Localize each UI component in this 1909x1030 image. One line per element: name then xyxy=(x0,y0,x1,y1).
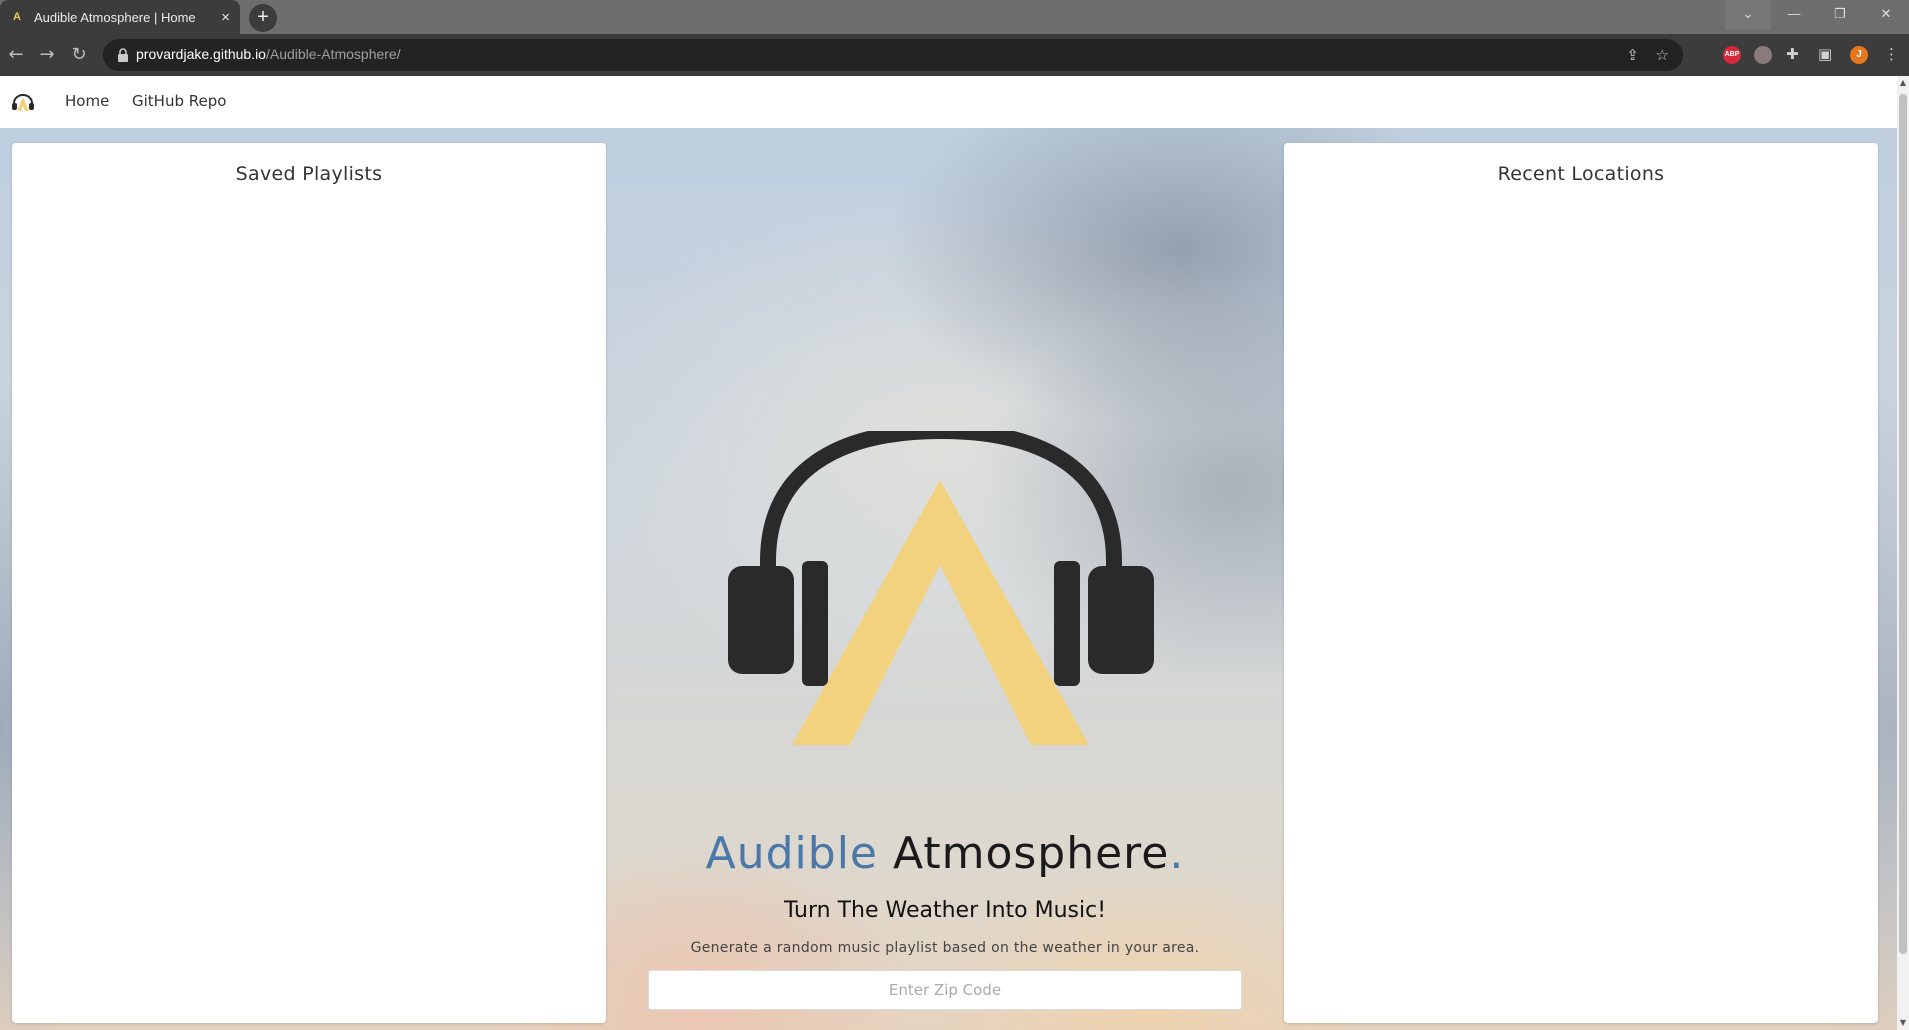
brand-logo-icon[interactable] xyxy=(11,92,35,112)
site-title-atmosphere: Atmosphere xyxy=(893,828,1170,879)
page-scrollbar[interactable]: ▲ ▼ xyxy=(1897,76,1909,1030)
scroll-up-arrow-icon[interactable]: ▲ xyxy=(1899,78,1907,88)
hero-section: Saved Playlists Recent Locations Audible… xyxy=(0,128,1897,1030)
scrollbar-thumb[interactable] xyxy=(1899,94,1907,954)
recent-locations-panel: Recent Locations xyxy=(1284,143,1878,1023)
tab-search-icon[interactable]: ⌄ xyxy=(1725,0,1771,30)
window-controls: ⌄ — ❐ ✕ xyxy=(1725,0,1909,30)
logo-letter-a xyxy=(792,480,1089,745)
menu-kebab-icon[interactable]: ⋮ xyxy=(1884,45,1899,63)
browser-tab-active[interactable]: A Audible Atmosphere | Home × xyxy=(0,0,240,34)
tab-strip: A Audible Atmosphere | Home × + ⌄ — ❐ ✕ xyxy=(0,0,1909,34)
address-bar[interactable]: provardjake.github.io/Audible-Atmosphere… xyxy=(103,39,1683,71)
profile-avatar[interactable]: J xyxy=(1850,46,1868,64)
side-panel-icon[interactable]: ▣ xyxy=(1818,45,1832,63)
hero-subtext: Generate a random music playlist based o… xyxy=(690,940,1200,956)
site-title: Audible Atmosphere. xyxy=(606,828,1284,879)
nav-link-home[interactable]: Home xyxy=(65,92,109,110)
new-tab-button[interactable]: + xyxy=(249,4,277,32)
browser-toolbar: ← → ↻ provardjake.github.io/Audible-Atmo… xyxy=(0,34,1909,76)
back-arrow-icon[interactable]: ← xyxy=(3,42,29,68)
share-icon[interactable]: ⇪ xyxy=(1626,46,1639,64)
url-host: provardjake.github.io xyxy=(136,46,266,62)
site-title-audible: Audible xyxy=(705,828,878,879)
forward-arrow-icon[interactable]: → xyxy=(34,42,60,68)
site-navbar: Home GitHub Repo xyxy=(0,76,1897,128)
close-window-button[interactable]: ✕ xyxy=(1863,0,1909,30)
tab-title: Audible Atmosphere | Home xyxy=(34,9,196,25)
site-title-period: . xyxy=(1169,828,1185,879)
zip-code-input[interactable] xyxy=(648,970,1242,1010)
reload-icon[interactable]: ↻ xyxy=(66,42,92,68)
recent-locations-title: Recent Locations xyxy=(1497,163,1665,185)
scroll-down-arrow-icon[interactable]: ▼ xyxy=(1899,1018,1907,1028)
restore-button[interactable]: ❐ xyxy=(1817,0,1863,30)
extension-icon[interactable] xyxy=(1754,46,1772,64)
bookmark-star-icon[interactable]: ☆ xyxy=(1656,46,1669,64)
tab-close-icon[interactable]: × xyxy=(221,9,230,26)
page-viewport: Home GitHub Repo Saved Playlists Recent … xyxy=(0,76,1897,1030)
headphones-logo-icon xyxy=(728,431,1154,745)
saved-playlists-title: Saved Playlists xyxy=(235,163,383,185)
minimize-button[interactable]: — xyxy=(1771,0,1817,30)
tab-favicon-icon: A xyxy=(13,11,21,23)
nav-link-github-repo[interactable]: GitHub Repo xyxy=(132,92,226,110)
lock-icon xyxy=(118,48,128,62)
url-text: provardjake.github.io/Audible-Atmosphere… xyxy=(136,46,401,62)
tagline: Turn The Weather Into Music! xyxy=(783,898,1107,923)
url-path: /Audible-Atmosphere/ xyxy=(265,46,401,62)
puzzle-extensions-icon[interactable]: ✚ xyxy=(1786,45,1799,63)
saved-playlists-panel: Saved Playlists xyxy=(12,143,606,1023)
adblock-extension-icon[interactable]: ABP xyxy=(1723,46,1741,64)
